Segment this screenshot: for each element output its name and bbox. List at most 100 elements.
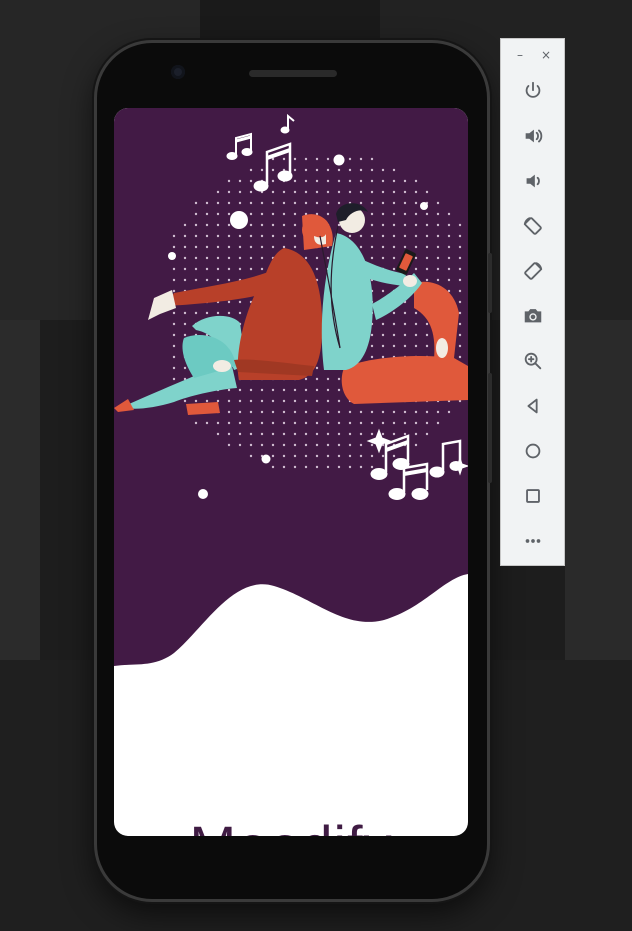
splash-illustration xyxy=(114,108,468,666)
pattern-dot xyxy=(436,234,440,238)
more-icon xyxy=(525,539,541,543)
pattern-dot xyxy=(348,410,352,414)
pattern-dot xyxy=(403,179,407,183)
pattern-dot xyxy=(205,278,209,282)
pattern-dot xyxy=(348,465,352,469)
pattern-dot xyxy=(227,223,231,227)
pattern-dot xyxy=(381,201,385,205)
zoom-button[interactable] xyxy=(515,343,551,379)
pattern-dot xyxy=(381,212,385,216)
pattern-dot xyxy=(392,454,396,458)
minimize-button[interactable]: – xyxy=(509,45,531,65)
pattern-dot xyxy=(425,278,429,282)
pattern-dot xyxy=(172,311,176,315)
close-button[interactable]: × xyxy=(535,45,557,65)
pattern-dot xyxy=(227,234,231,238)
pattern-dot xyxy=(381,190,385,194)
pattern-dot xyxy=(359,432,363,436)
pattern-dot xyxy=(348,432,352,436)
pattern-dot xyxy=(315,410,319,414)
pattern-dot xyxy=(227,179,231,183)
pattern-dot xyxy=(414,344,418,348)
pattern-dot xyxy=(337,201,341,205)
pattern-dot xyxy=(414,443,418,447)
pattern-dot xyxy=(249,421,253,425)
phone-side-button xyxy=(488,253,492,313)
pattern-dot xyxy=(414,256,418,260)
pattern-dot xyxy=(238,234,242,238)
pattern-dot xyxy=(271,190,275,194)
power-button[interactable] xyxy=(515,73,551,109)
pattern-dot xyxy=(216,421,220,425)
pattern-dot xyxy=(447,410,451,414)
pattern-dot xyxy=(249,201,253,205)
pattern-dot xyxy=(337,454,341,458)
pattern-dot xyxy=(315,256,319,260)
pattern-dot xyxy=(392,179,396,183)
pattern-dot xyxy=(458,344,462,348)
pattern-dot xyxy=(282,212,286,216)
pattern-dot xyxy=(436,410,440,414)
overview-button[interactable] xyxy=(515,478,551,514)
pattern-dot xyxy=(216,278,220,282)
pattern-dot xyxy=(326,377,330,381)
pattern-dot xyxy=(282,432,286,436)
pattern-dot xyxy=(194,245,198,249)
pattern-dot xyxy=(271,212,275,216)
pattern-dot xyxy=(425,333,429,337)
pattern-dot xyxy=(260,245,264,249)
pattern-dot xyxy=(172,377,176,381)
pattern-dot xyxy=(315,432,319,436)
pattern-dot xyxy=(216,234,220,238)
pattern-dot xyxy=(414,223,418,227)
rotate-right-button[interactable] xyxy=(515,253,551,289)
pattern-dot xyxy=(216,256,220,260)
pattern-dot xyxy=(238,311,242,315)
pattern-dot xyxy=(282,223,286,227)
pattern-dot xyxy=(315,366,319,370)
pattern-dot xyxy=(172,366,176,370)
pattern-dot xyxy=(425,234,429,238)
pattern-dot xyxy=(260,388,264,392)
pattern-dot xyxy=(370,234,374,238)
pattern-dot xyxy=(447,223,451,227)
pattern-dot xyxy=(194,399,198,403)
pattern-dot xyxy=(458,300,462,304)
pattern-dot xyxy=(337,168,341,172)
pattern-dot xyxy=(205,245,209,249)
volume-up-button[interactable] xyxy=(515,118,551,154)
more-button[interactable] xyxy=(515,523,551,559)
pattern-dot xyxy=(282,399,286,403)
pattern-dot xyxy=(227,256,231,260)
emulator-toolbar: – × xyxy=(500,38,565,566)
pattern-dot xyxy=(282,465,286,469)
home-button[interactable] xyxy=(515,433,551,469)
pattern-dot xyxy=(249,454,253,458)
rotate-left-button[interactable] xyxy=(515,208,551,244)
pattern-dot xyxy=(381,322,385,326)
pattern-dot xyxy=(293,399,297,403)
pattern-dot xyxy=(337,377,341,381)
screenshot-button[interactable] xyxy=(515,298,551,334)
bubble xyxy=(168,252,176,260)
pattern-dot xyxy=(326,421,330,425)
pattern-dot xyxy=(249,267,253,271)
pattern-dot xyxy=(293,157,297,161)
pattern-dot xyxy=(315,443,319,447)
pattern-dot xyxy=(172,333,176,337)
pattern-dot xyxy=(249,223,253,227)
pattern-dot xyxy=(370,245,374,249)
volume-down-button[interactable] xyxy=(515,163,551,199)
pattern-dot xyxy=(348,179,352,183)
pattern-dot xyxy=(370,256,374,260)
pattern-dot xyxy=(205,212,209,216)
pattern-dot xyxy=(370,432,374,436)
back-button[interactable] xyxy=(515,388,551,424)
app-screen[interactable]: Moodify xyxy=(114,108,468,836)
front-camera xyxy=(171,65,185,79)
pattern-dot xyxy=(172,245,176,249)
toolbar-window-controls: – × xyxy=(501,45,566,65)
pattern-dot xyxy=(370,344,374,348)
pattern-dot xyxy=(370,454,374,458)
pattern-dot xyxy=(282,245,286,249)
